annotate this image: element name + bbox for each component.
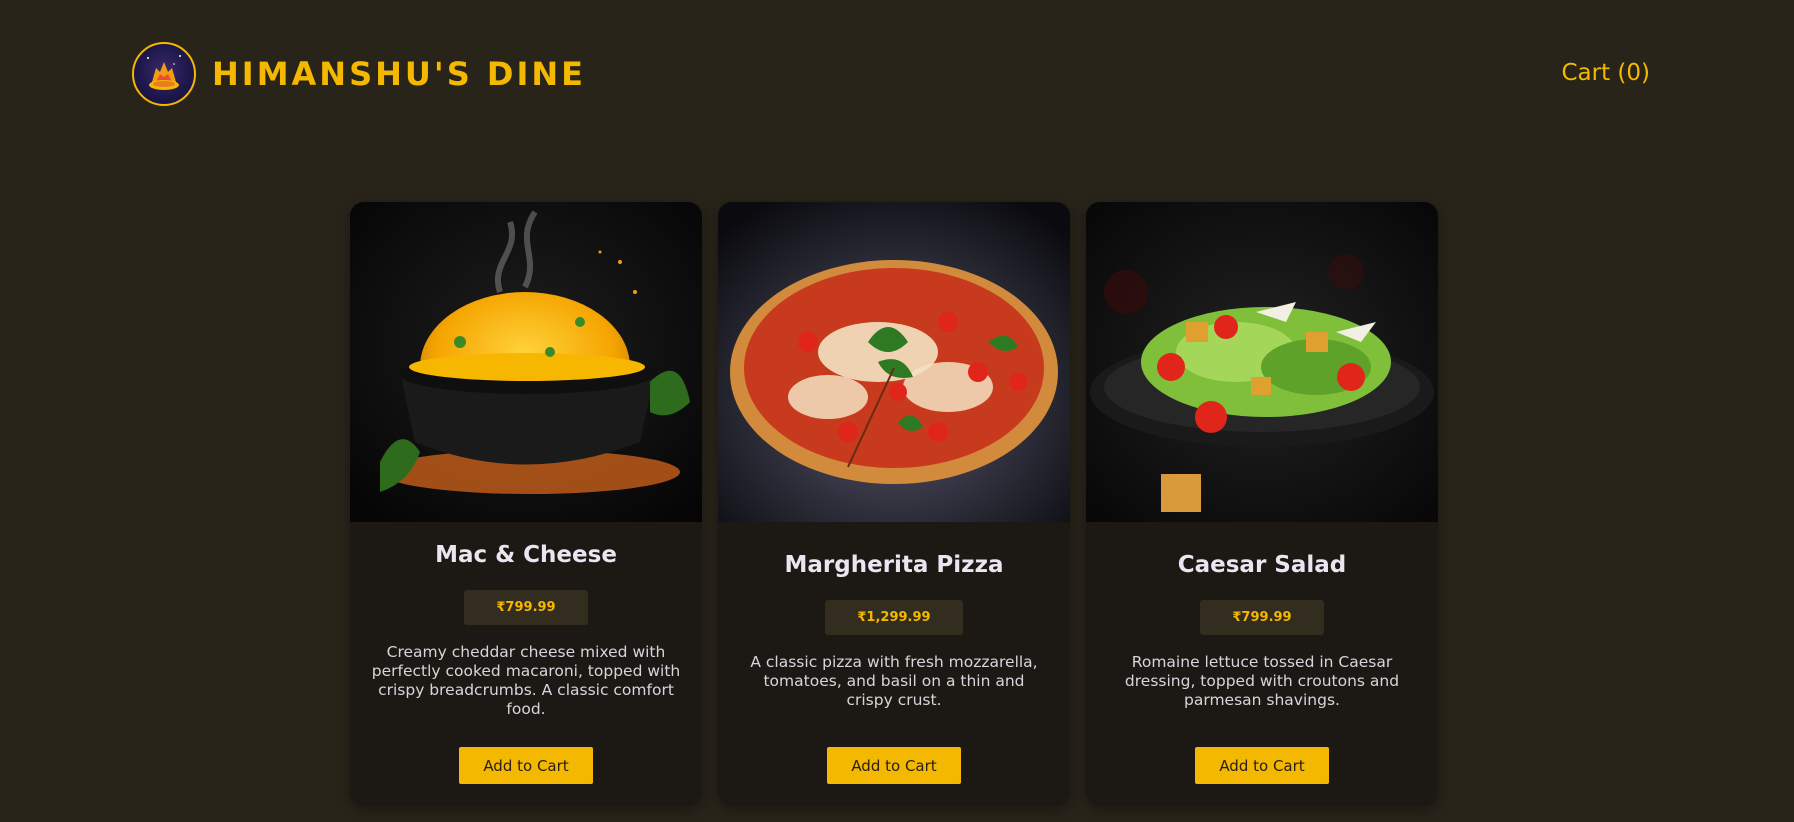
price-badge: ₹799.99: [1200, 600, 1324, 635]
item-title: Mac & Cheese: [435, 542, 617, 568]
brand-name: HIMANSHU'S DINE: [212, 55, 586, 93]
add-to-cart-button[interactable]: Add to Cart: [1195, 747, 1329, 784]
menu-grid: Mac & Cheese ₹799.99 Creamy cheddar chee…: [350, 202, 1438, 806]
item-title: Margherita Pizza: [784, 552, 1004, 578]
brand-link[interactable]: HIMANSHU'S DINE: [132, 42, 586, 106]
mac-and-cheese-image: [350, 202, 702, 522]
cart-link[interactable]: Cart (0): [1561, 60, 1650, 86]
add-to-cart-button[interactable]: Add to Cart: [827, 747, 961, 784]
site-header: HIMANSHU'S DINE Cart (0): [0, 0, 1794, 150]
menu-card: Margherita Pizza ₹1,299.99 A classic piz…: [718, 202, 1070, 806]
item-title: Caesar Salad: [1177, 552, 1347, 578]
item-description: Creamy cheddar cheese mixed with perfect…: [371, 643, 681, 718]
price-badge: ₹799.99: [464, 590, 588, 625]
item-description: A classic pizza with fresh mozzarella, t…: [750, 653, 1038, 709]
caesar-salad-image: [1086, 202, 1438, 522]
margherita-pizza-image: [718, 202, 1070, 522]
menu-card: Caesar Salad ₹799.99 Romaine lettuce tos…: [1086, 202, 1438, 806]
item-description: Romaine lettuce tossed in Caesar dressin…: [1124, 653, 1400, 709]
price-badge: ₹1,299.99: [825, 600, 963, 635]
menu-card: Mac & Cheese ₹799.99 Creamy cheddar chee…: [350, 202, 702, 806]
add-to-cart-button[interactable]: Add to Cart: [459, 747, 593, 784]
restaurant-logo-icon: [132, 42, 196, 106]
